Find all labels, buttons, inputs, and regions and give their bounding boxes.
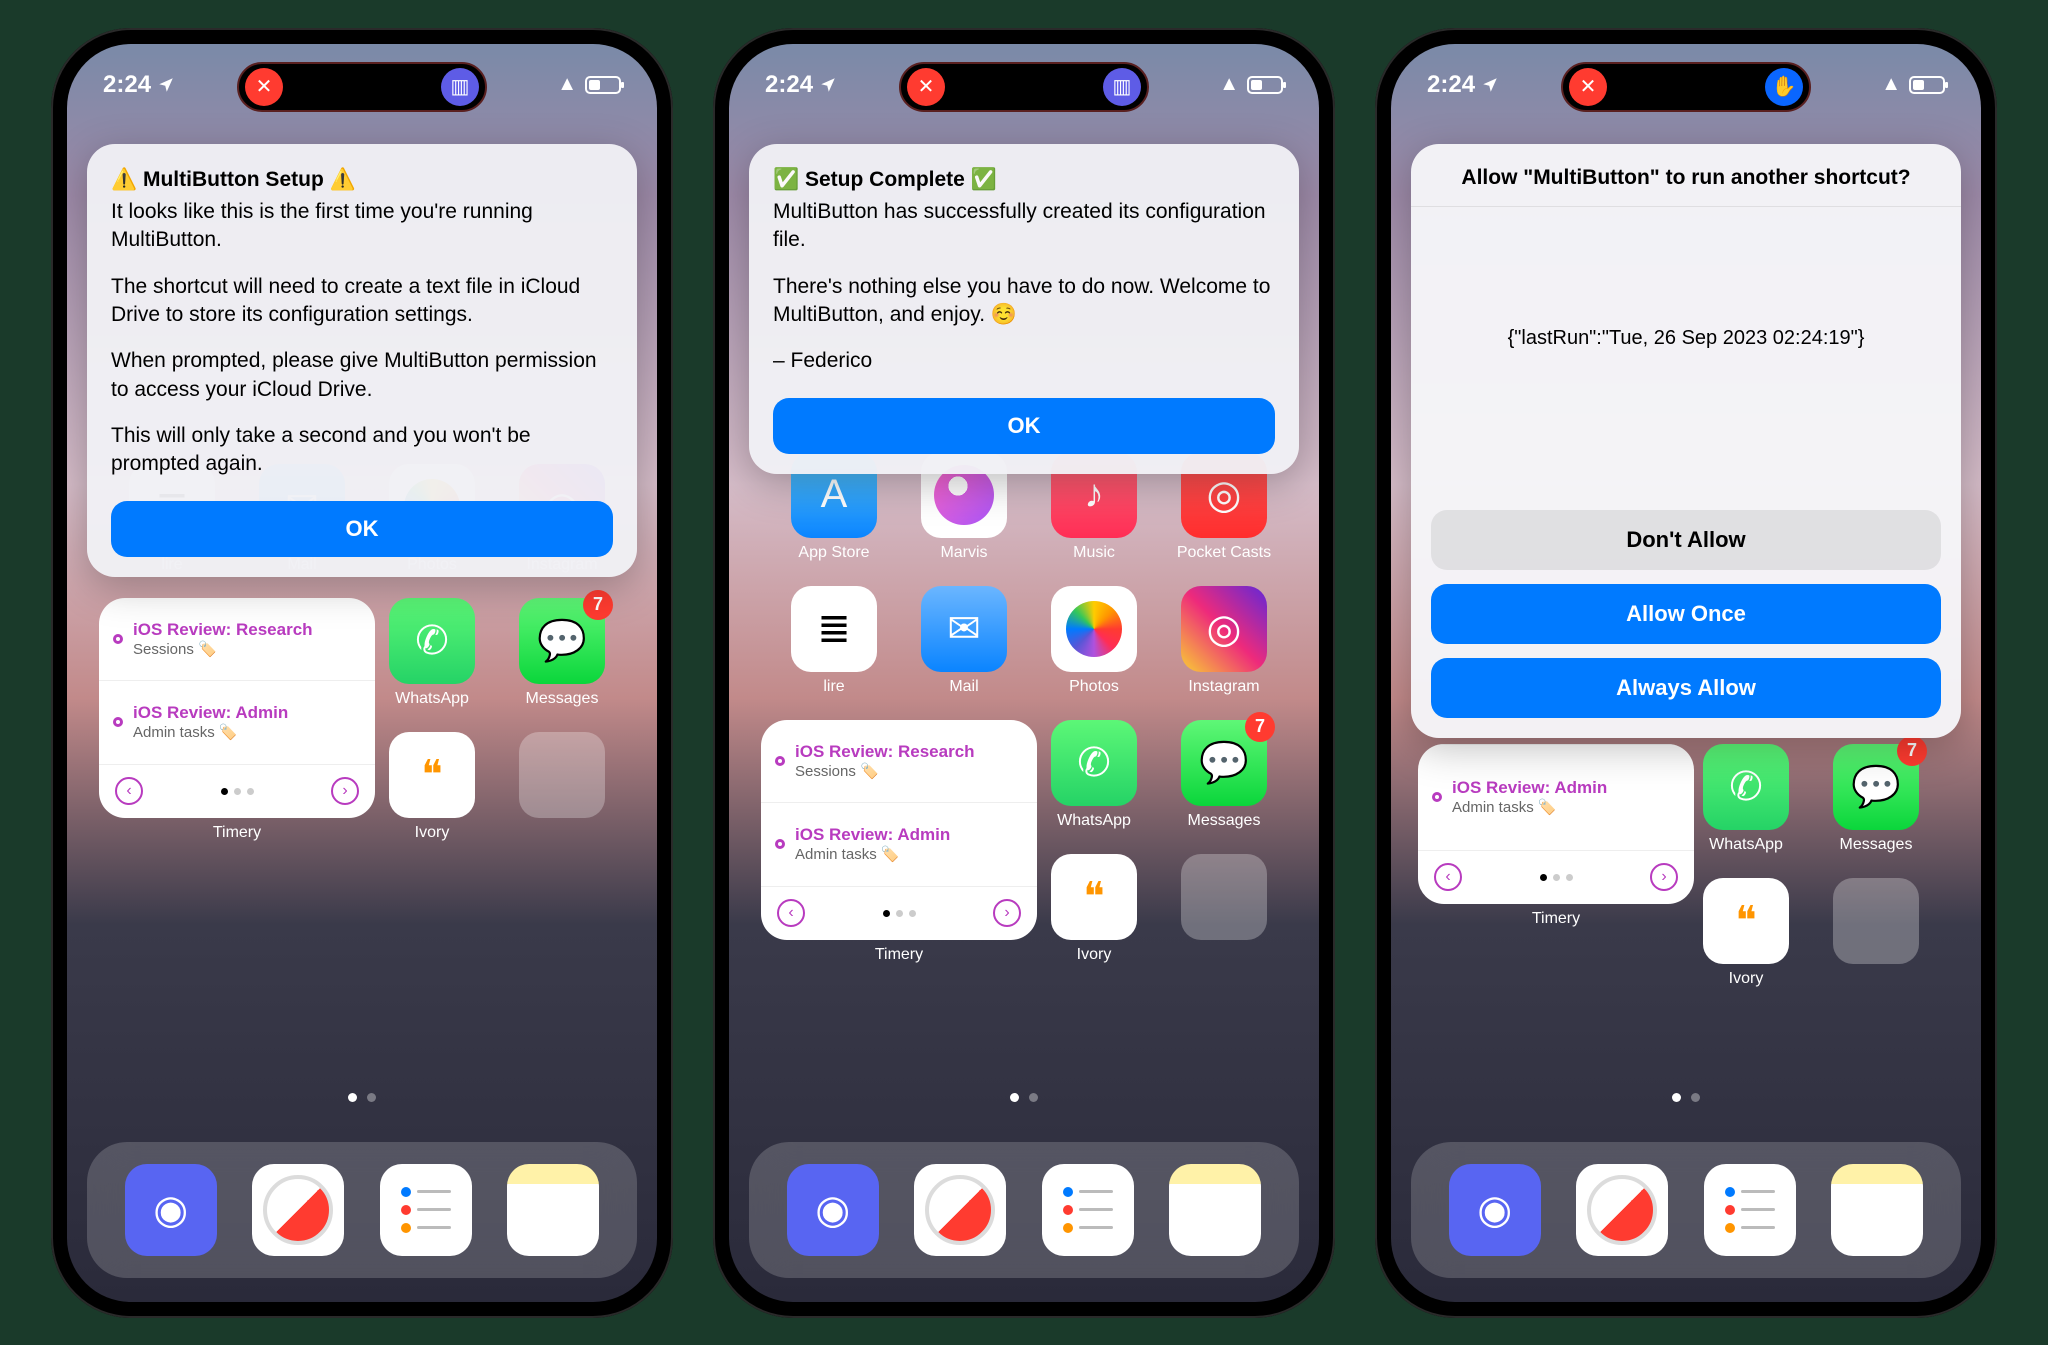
- home-icon-grid: iOS Review: ResearchSessions 🏷️ iOS Revi…: [1431, 744, 1941, 988]
- dock: ◉: [749, 1142, 1299, 1278]
- allow-once-button[interactable]: Allow Once: [1431, 584, 1941, 644]
- timery-widget[interactable]: iOS Review: ResearchSessions 🏷️ iOS Revi…: [761, 720, 1037, 940]
- alert-text: When prompted, please give MultiButton p…: [111, 347, 613, 404]
- location-icon: [1481, 76, 1499, 94]
- dynamic-island[interactable]: ✕ ▥: [237, 62, 487, 112]
- stop-icon[interactable]: ✕: [245, 68, 283, 106]
- app-discord[interactable]: ◉: [787, 1164, 879, 1256]
- page-indicator[interactable]: [67, 1093, 657, 1102]
- complete-alert: ✅ Setup Complete ✅ MultiButton has succe…: [749, 144, 1299, 474]
- app-folder[interactable]: [1159, 854, 1289, 964]
- shortcut-running-icon[interactable]: ▥: [1103, 68, 1141, 106]
- app-whatsapp[interactable]: ✆WhatsApp: [1681, 744, 1811, 854]
- app-ivory[interactable]: ❝Ivory: [367, 732, 497, 842]
- permission-title: Allow "MultiButton" to run another short…: [1411, 144, 1961, 207]
- wifi-icon: ▲: [1881, 73, 1901, 96]
- app-reminders[interactable]: [380, 1164, 472, 1256]
- always-allow-button[interactable]: Always Allow: [1431, 658, 1941, 718]
- timery-widget[interactable]: iOS Review: ResearchSessions 🏷️ iOS Revi…: [1418, 744, 1694, 904]
- app-ivory[interactable]: ❝Ivory: [1681, 878, 1811, 988]
- chevron-right-icon[interactable]: ›: [331, 777, 359, 805]
- chevron-left-icon[interactable]: ‹: [115, 777, 143, 805]
- wifi-icon: ▲: [1219, 73, 1239, 96]
- timery-widget[interactable]: iOS Review: ResearchSessions 🏷️ iOS Revi…: [99, 598, 375, 818]
- app-discord[interactable]: ◉: [125, 1164, 217, 1256]
- home-icon-grid: AApp Store Marvis ♪Music ◎Pocket Casts ≣…: [769, 452, 1279, 964]
- shortcut-running-icon[interactable]: ▥: [441, 68, 479, 106]
- messages-icon: 💬7: [519, 598, 605, 684]
- page-indicator[interactable]: [1391, 1093, 1981, 1102]
- app-notes[interactable]: [1169, 1164, 1261, 1256]
- app-whatsapp[interactable]: ✆WhatsApp: [1029, 720, 1159, 830]
- badge: 7: [583, 590, 613, 620]
- setup-alert: ⚠️ MultiButton Setup ⚠️ It looks like th…: [87, 144, 637, 577]
- permission-content: {"lastRun":"Tue, 26 Sep 2023 02:24:19"}: [1411, 207, 1961, 510]
- app-safari[interactable]: [252, 1164, 344, 1256]
- alert-text: It looks like this is the first time you…: [111, 198, 613, 255]
- battery-icon: [585, 76, 621, 94]
- location-icon: [819, 76, 837, 94]
- dynamic-island[interactable]: ✕ ✋: [1561, 62, 1811, 112]
- app-reminders[interactable]: [1704, 1164, 1796, 1256]
- stop-icon[interactable]: ✕: [907, 68, 945, 106]
- ok-button[interactable]: OK: [773, 398, 1275, 454]
- app-folder[interactable]: [497, 732, 627, 842]
- app-notes[interactable]: [1831, 1164, 1923, 1256]
- app-reminders[interactable]: [1042, 1164, 1134, 1256]
- dock: ◉: [87, 1142, 637, 1278]
- app-safari[interactable]: [1576, 1164, 1668, 1256]
- wifi-icon: ▲: [557, 73, 577, 96]
- battery-icon: [1909, 76, 1945, 94]
- page-indicator[interactable]: [729, 1093, 1319, 1102]
- app-safari[interactable]: [914, 1164, 1006, 1256]
- permission-sheet: Allow "MultiButton" to run another short…: [1411, 144, 1961, 738]
- dock: ◉: [1411, 1142, 1961, 1278]
- dynamic-island[interactable]: ✕ ▥: [899, 62, 1149, 112]
- ivory-icon: ❝: [389, 732, 475, 818]
- folder-icon: [519, 732, 605, 818]
- ok-button[interactable]: OK: [111, 501, 613, 557]
- privacy-icon[interactable]: ✋: [1765, 68, 1803, 106]
- app-messages[interactable]: 💬7Messages: [497, 598, 627, 708]
- app-photos[interactable]: Photos: [1029, 586, 1159, 696]
- battery-icon: [1247, 76, 1283, 94]
- app-mail[interactable]: ✉︎Mail: [899, 586, 1029, 696]
- status-time: 2:24: [103, 71, 175, 99]
- app-lire[interactable]: ≣lire: [769, 586, 899, 696]
- alert-title: ⚠️ MultiButton Setup ⚠️: [111, 166, 613, 194]
- app-whatsapp[interactable]: ✆WhatsApp: [367, 598, 497, 708]
- alert-text: MultiButton has successfully created its…: [773, 198, 1275, 255]
- app-folder[interactable]: [1811, 878, 1941, 988]
- alert-text: The shortcut will need to create a text …: [111, 273, 613, 330]
- stop-icon[interactable]: ✕: [1569, 68, 1607, 106]
- alert-title: ✅ Setup Complete ✅: [773, 166, 1275, 194]
- whatsapp-icon: ✆: [389, 598, 475, 684]
- app-ivory[interactable]: ❝Ivory: [1029, 854, 1159, 964]
- alert-text: This will only take a second and you won…: [111, 422, 613, 479]
- app-messages[interactable]: 💬7Messages: [1811, 744, 1941, 854]
- app-messages[interactable]: 💬7Messages: [1159, 720, 1289, 830]
- app-instagram[interactable]: ◎Instagram: [1159, 586, 1289, 696]
- app-notes[interactable]: [507, 1164, 599, 1256]
- app-discord[interactable]: ◉: [1449, 1164, 1541, 1256]
- dont-allow-button[interactable]: Don't Allow: [1431, 510, 1941, 570]
- alert-text: There's nothing else you have to do now.…: [773, 273, 1275, 330]
- alert-text: – Federico: [773, 347, 1275, 375]
- location-icon: [157, 76, 175, 94]
